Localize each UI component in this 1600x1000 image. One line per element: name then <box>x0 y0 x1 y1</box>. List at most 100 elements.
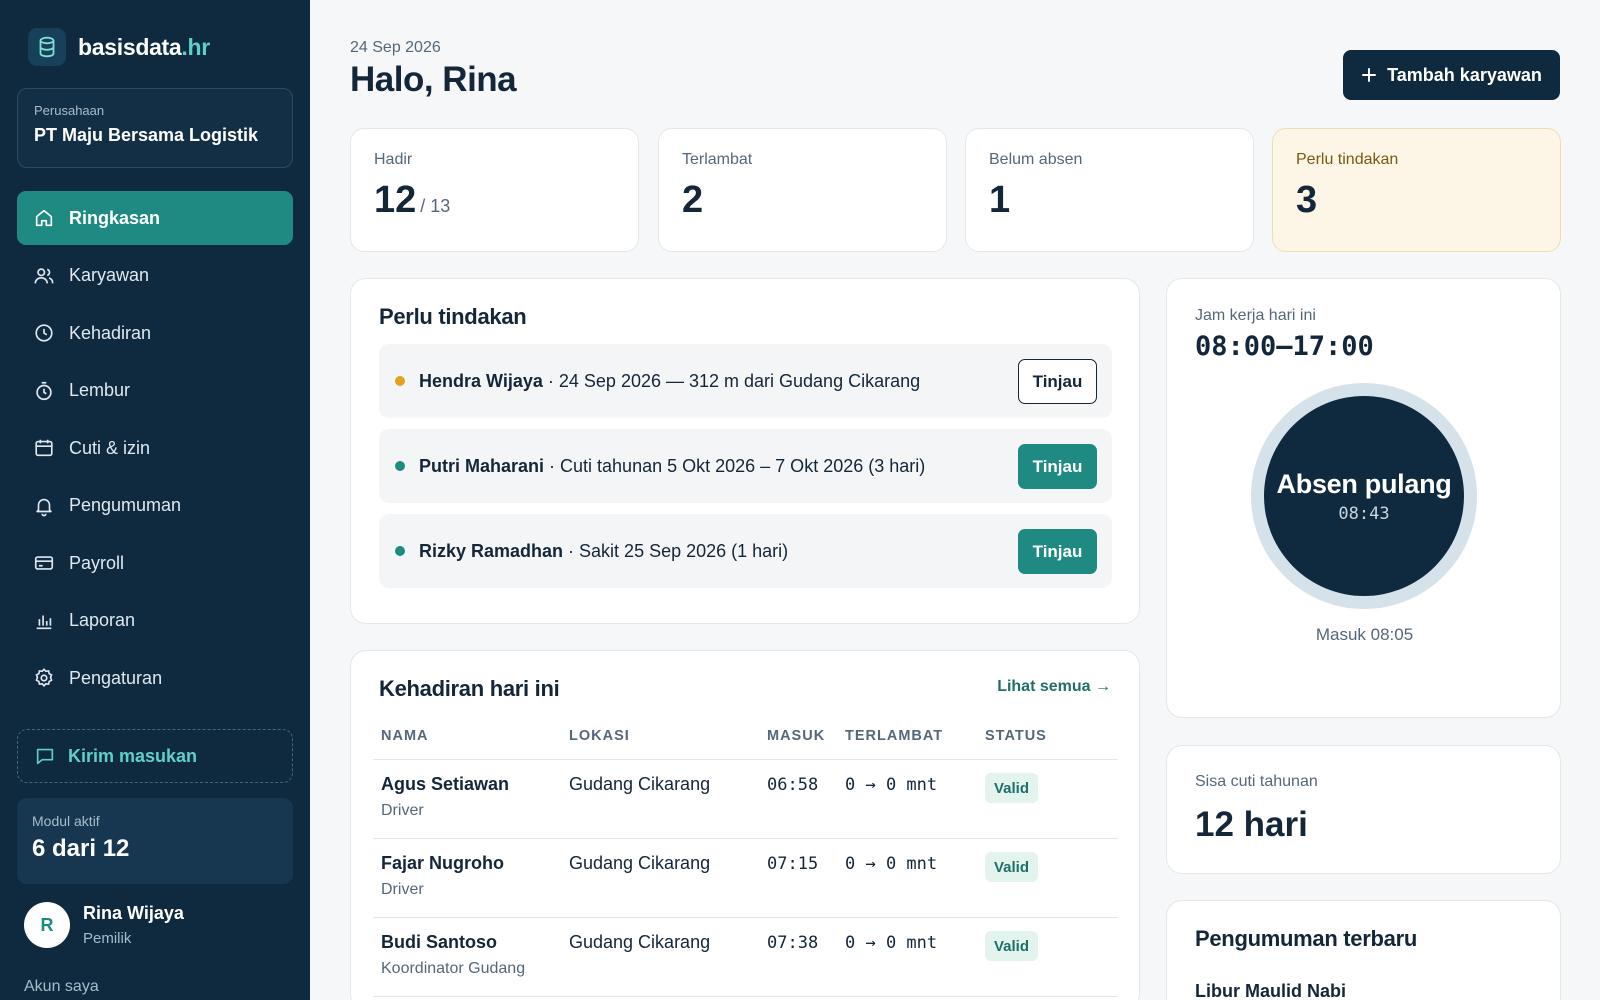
sidebar-item-label: Laporan <box>69 610 136 630</box>
work-hours-label: Jam kerja hari ini <box>1195 307 1316 324</box>
status-badge: Valid <box>985 773 1039 803</box>
sidebar-nav: Ringkasan Karyawan Kehadiran Lembur Cuti… <box>17 191 293 709</box>
chat-icon <box>36 748 54 765</box>
employee-name: Agus Setiawan <box>381 774 510 794</box>
brand[interactable]: basisdata.hr <box>28 28 210 66</box>
table-row[interactable]: Agus Setiawan Driver Gudang Cikarang 06:… <box>373 760 1118 839</box>
company-label: Perusahaan <box>34 103 105 118</box>
account-link[interactable]: Akun saya <box>24 978 99 996</box>
leave-value: 12 hari <box>1195 805 1308 844</box>
review-button[interactable]: Tinjau <box>1018 444 1097 489</box>
sidebar-item-ringkasan[interactable]: Ringkasan <box>17 191 293 245</box>
sidebar-item-lembur[interactable]: Lembur <box>17 364 293 418</box>
bell-icon <box>36 498 52 516</box>
sidebar-item-label: Pengaturan <box>69 667 163 688</box>
review-button[interactable]: Tinjau <box>1018 529 1097 574</box>
sidebar-item-label: Lembur <box>69 380 131 400</box>
status-badge: Valid <box>985 852 1039 882</box>
employee-location: Gudang Cikarang <box>569 774 711 794</box>
user-profile[interactable]: R Rina Wijaya Pemilik <box>24 902 184 948</box>
stat-label: Perlu tindakan <box>1296 151 1399 168</box>
action-text: Putri Maharani · Cuti tahunan 5 Okt 2026… <box>419 455 926 476</box>
stat-label: Belum absen <box>989 151 1083 168</box>
stopwatch-icon <box>36 381 52 400</box>
action-text: Hendra Wijaya · 24 Sep 2026 — 312 m dari… <box>419 370 921 391</box>
bar-chart-icon <box>36 615 52 629</box>
work-hours-value: 08:00–17:00 <box>1195 331 1374 362</box>
stat-card-hadir[interactable]: Hadir 12/ 13 <box>350 128 639 252</box>
see-all-link[interactable]: Lihat semua → <box>997 678 1111 696</box>
leave-balance-card: Sisa cuti tahunan 12 hari <box>1166 745 1561 874</box>
stat-value: 1 <box>989 179 1011 221</box>
add-employee-button[interactable]: Tambah karyawan <box>1343 50 1560 100</box>
user-role: Pemilik <box>83 930 132 947</box>
brand-name: basisdata.hr <box>78 33 210 60</box>
feedback-label: Kirim masukan <box>68 745 198 766</box>
sidebar-item-pengumuman[interactable]: Pengumuman <box>17 479 293 533</box>
current-time: 08:43 <box>1338 503 1390 524</box>
table-row[interactable]: Fajar Nugroho Driver Gudang Cikarang 07:… <box>373 839 1118 918</box>
attendance-card: Kehadiran hari ini Lihat semua → NAMA LO… <box>350 650 1140 1000</box>
clock-out-button[interactable]: Absen pulang 08:43 <box>1251 383 1477 609</box>
late-minutes: 0 → 0 mnt <box>845 775 938 795</box>
clock-out-label: Absen pulang <box>1276 468 1452 499</box>
stat-label: Hadir <box>374 151 413 168</box>
home-icon <box>35 209 53 227</box>
announcements-card: Pengumuman terbaru Libur Maulid Nabi <box>1166 900 1561 1000</box>
column-header-masuk: MASUK <box>767 728 826 744</box>
page-title: Halo, Rina <box>350 60 517 99</box>
stat-value: 12/ 13 <box>374 179 451 221</box>
sidebar-item-kehadiran[interactable]: Kehadiran <box>17 306 293 360</box>
module-label: Modul aktif <box>32 813 100 829</box>
employee-location: Gudang Cikarang <box>569 853 711 873</box>
review-button[interactable]: Tinjau <box>1018 359 1097 404</box>
work-hours-card: Jam kerja hari ini 08:00–17:00 Absen pul… <box>1166 278 1561 718</box>
action-item: Putri Maharani · Cuti tahunan 5 Okt 2026… <box>379 429 1112 503</box>
announcement-item[interactable]: Libur Maulid Nabi <box>1195 981 1346 1000</box>
leave-label: Sisa cuti tahunan <box>1195 773 1318 790</box>
action-text: Rizky Ramadhan · Sakit 25 Sep 2026 (1 ha… <box>419 540 789 561</box>
stat-card-perlu-tindakan[interactable]: Perlu tindakan 3 <box>1272 128 1561 252</box>
plus-icon <box>1362 68 1377 82</box>
stat-card-belum-absen[interactable]: Belum absen 1 <box>965 128 1254 252</box>
sidebar-item-karyawan[interactable]: Karyawan <box>17 249 293 303</box>
user-name: Rina Wijaya <box>83 903 184 923</box>
database-icon <box>28 28 66 66</box>
employee-name: Fajar Nugroho <box>381 853 505 873</box>
check-in-time: 06:58 <box>767 775 819 795</box>
module-value: 6 dari 12 <box>32 835 130 862</box>
action-item: Rizky Ramadhan · Sakit 25 Sep 2026 (1 ha… <box>379 514 1112 588</box>
sidebar-item-label: Kehadiran <box>69 322 152 343</box>
status-badge: Valid <box>985 931 1039 961</box>
late-minutes: 0 → 0 mnt <box>845 854 938 874</box>
card-title: Kehadiran hari ini <box>379 676 560 701</box>
current-date: 24 Sep 2026 <box>350 39 441 56</box>
employee-job: Driver <box>381 802 424 819</box>
clock-out-face: Absen pulang 08:43 <box>1264 396 1464 596</box>
sidebar-item-label: Karyawan <box>69 265 150 285</box>
sidebar-item-label: Cuti & izin <box>69 437 151 458</box>
action-item: Hendra Wijaya · 24 Sep 2026 — 312 m dari… <box>379 344 1112 418</box>
status-dot-icon <box>395 461 405 471</box>
sidebar-item-cuti-izin[interactable]: Cuti & izin <box>17 421 293 475</box>
stat-value: 3 <box>1296 179 1318 221</box>
sidebar-item-laporan[interactable]: Laporan <box>17 594 293 648</box>
company-selector[interactable]: Perusahaan PT Maju Bersama Logistik <box>17 88 293 168</box>
users-icon <box>34 267 54 283</box>
pending-actions-card: Perlu tindakan Hendra Wijaya · 24 Sep 20… <box>350 278 1140 624</box>
stat-label: Terlambat <box>682 151 753 168</box>
table-row[interactable]: Budi Santoso Koordinator Gudang Gudang C… <box>373 918 1118 997</box>
gear-icon <box>35 668 53 688</box>
check-in-time: 07:38 <box>767 933 819 953</box>
feedback-button[interactable]: Kirim masukan <box>17 729 293 783</box>
sidebar-item-pengaturan[interactable]: Pengaturan <box>17 651 293 705</box>
sidebar: basisdata.hr Perusahaan PT Maju Bersama … <box>0 0 310 1000</box>
card-icon <box>34 556 54 570</box>
stat-card-terlambat[interactable]: Terlambat 2 <box>658 128 947 252</box>
employee-job: Driver <box>381 881 424 898</box>
clock-icon <box>35 324 53 342</box>
sidebar-item-label: Ringkasan <box>69 207 161 228</box>
sidebar-item-payroll[interactable]: Payroll <box>17 536 293 590</box>
card-title: Pengumuman terbaru <box>1195 926 1417 951</box>
active-modules: Modul aktif 6 dari 12 <box>17 798 293 884</box>
